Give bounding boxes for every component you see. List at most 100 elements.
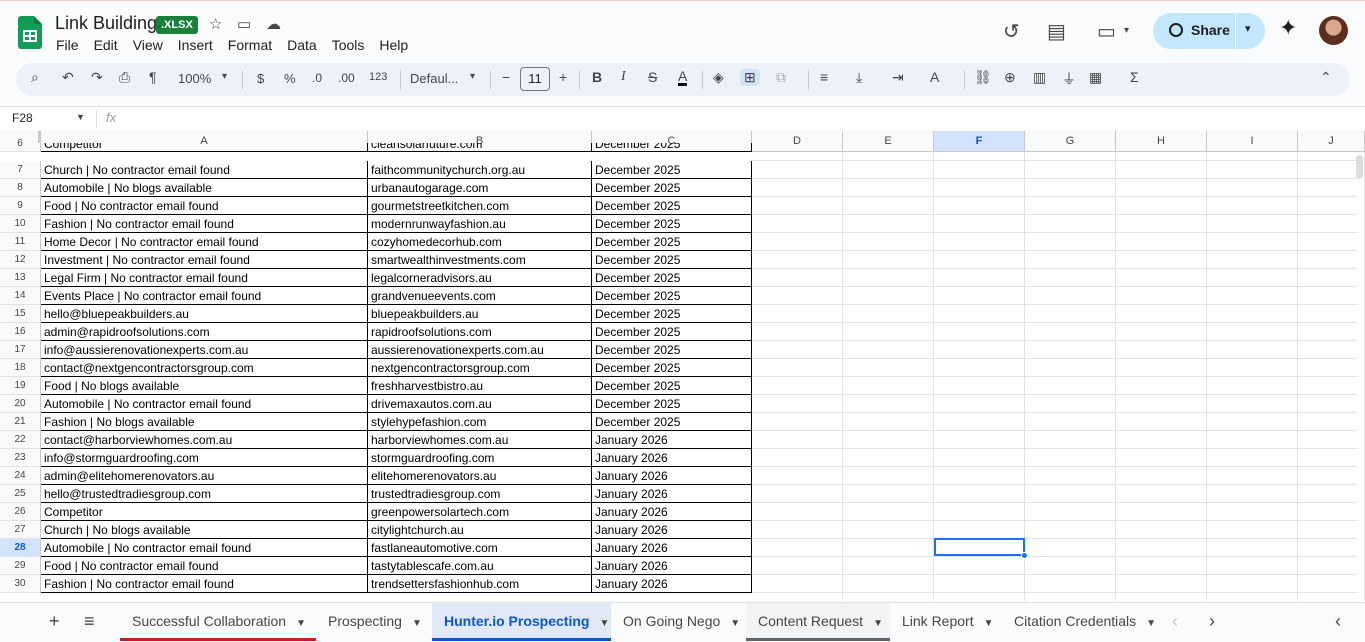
cell-a[interactable]: Fashion | No contractor email found bbox=[41, 215, 368, 233]
borders-icon[interactable]: ⊞ bbox=[740, 69, 760, 86]
row-header[interactable]: 8 bbox=[0, 179, 41, 197]
cell-a[interactable]: admin@rapidroofsolutions.com bbox=[41, 323, 368, 341]
cell-a[interactable]: contact@nextgencontractorsgroup.com bbox=[41, 359, 368, 377]
cell-a[interactable]: Fashion | No contractor email found bbox=[41, 575, 368, 593]
row-header[interactable]: 9 bbox=[0, 197, 41, 215]
avatar[interactable] bbox=[1319, 16, 1348, 45]
name-box-dropdown-icon[interactable]: ▼ bbox=[76, 112, 85, 122]
name-box[interactable]: F28 bbox=[12, 111, 33, 125]
cell-b[interactable]: stormguardroofing.com bbox=[368, 449, 592, 467]
column-header-e[interactable]: E bbox=[843, 131, 934, 152]
font-family-select[interactable]: Defaul... bbox=[410, 71, 458, 86]
cell-b[interactable]: drivemaxautos.com.au bbox=[368, 395, 592, 413]
cell-c[interactable]: January 2026 bbox=[592, 431, 752, 449]
sheet-tab-menu-icon[interactable]: ▼ bbox=[599, 618, 609, 629]
cell-b[interactable]: elitehomerenovators.au bbox=[368, 467, 592, 485]
cell-c[interactable]: December 2025 bbox=[592, 251, 752, 269]
more-formats-button[interactable]: 123 bbox=[369, 71, 387, 83]
column-header-j[interactable]: J bbox=[1298, 131, 1365, 152]
search-menus-icon[interactable]: ⌕ bbox=[31, 69, 39, 86]
cell-b[interactable]: cleansolarfuture.com bbox=[368, 143, 592, 152]
cell-c[interactable]: December 2025 bbox=[592, 359, 752, 377]
italic-icon[interactable]: I bbox=[621, 69, 626, 85]
document-title[interactable]: Link Building bbox=[55, 13, 157, 34]
cell-b[interactable]: grandvenueevents.com bbox=[368, 287, 592, 305]
meet-dropdown-icon[interactable]: ▾ bbox=[1124, 25, 1129, 36]
cell-a[interactable]: Automobile | No contractor email found bbox=[41, 539, 368, 557]
cell-a[interactable]: Home Decor | No contractor email found bbox=[41, 233, 368, 251]
move-folder-icon[interactable]: ▭ bbox=[237, 15, 251, 33]
undo-icon[interactable]: ↶ bbox=[62, 69, 74, 86]
menu-insert[interactable]: Insert bbox=[178, 37, 213, 53]
row-header[interactable]: 10 bbox=[0, 215, 41, 233]
fill-color-icon[interactable]: ◈ bbox=[713, 69, 724, 86]
cell-b[interactable]: fastlaneautomotive.com bbox=[368, 539, 592, 557]
text-wrapping-icon[interactable]: ⇥ bbox=[892, 69, 904, 86]
cell-a[interactable]: Investment | No contractor email found bbox=[41, 251, 368, 269]
cell-c[interactable]: December 2025 bbox=[592, 161, 752, 179]
row-header[interactable]: 26 bbox=[0, 503, 41, 521]
scroll-tabs-left-icon[interactable]: ‹ bbox=[1172, 611, 1178, 632]
row-header[interactable]: 25 bbox=[0, 485, 41, 503]
row-header[interactable]: 22 bbox=[0, 431, 41, 449]
cell-c[interactable]: January 2026 bbox=[592, 503, 752, 521]
decrease-font-size-icon[interactable]: − bbox=[502, 69, 510, 85]
insert-comment-icon[interactable]: ⊕ bbox=[1004, 69, 1016, 86]
cell-c[interactable]: December 2025 bbox=[592, 215, 752, 233]
increase-decimal-button[interactable]: .00 bbox=[338, 71, 355, 85]
cell-a[interactable]: Food | No contractor email found bbox=[41, 557, 368, 575]
row-header[interactable]: 23 bbox=[0, 449, 41, 467]
cell-c[interactable]: December 2025 bbox=[592, 377, 752, 395]
menu-help[interactable]: Help bbox=[379, 37, 408, 53]
percent-format-button[interactable]: % bbox=[284, 71, 296, 86]
menu-tools[interactable]: Tools bbox=[332, 37, 365, 53]
zoom-select[interactable]: 100% bbox=[178, 71, 211, 86]
horizontal-align-icon[interactable]: ≡ bbox=[820, 69, 828, 85]
cell-a[interactable]: Legal Firm | No contractor email found bbox=[41, 269, 368, 287]
spreadsheet-grid[interactable]: A B C D E F G H I J 6 Competitor cleansolarfuture.co… bbox=[0, 131, 1365, 601]
cell-a[interactable]: info@aussierenovationexperts.com.au bbox=[41, 341, 368, 359]
column-header-g[interactable]: G bbox=[1025, 131, 1116, 152]
cell-b[interactable]: freshharvestbistro.au bbox=[368, 377, 592, 395]
row-header[interactable]: 19 bbox=[0, 377, 41, 395]
font-size-input[interactable]: 11 bbox=[520, 67, 550, 91]
cell-c[interactable]: December 2025 bbox=[592, 395, 752, 413]
cell-a[interactable]: Fashion | No blogs available bbox=[41, 413, 368, 431]
cell-b[interactable]: urbanautogarage.com bbox=[368, 179, 592, 197]
sheet-tab-menu-icon[interactable]: ▼ bbox=[730, 618, 740, 629]
sheet-tab-menu-icon[interactable]: ▼ bbox=[873, 618, 883, 629]
cell-a[interactable]: Events Place | No contractor email found bbox=[41, 287, 368, 305]
cell-b[interactable]: trendsettersfashionhub.com bbox=[368, 575, 592, 593]
increase-font-size-icon[interactable]: + bbox=[559, 69, 567, 85]
decrease-decimal-button[interactable]: .0 bbox=[312, 71, 322, 85]
cell-a[interactable]: info@stormguardroofing.com bbox=[41, 449, 368, 467]
cell-b[interactable]: faithcommunitychurch.org.au bbox=[368, 161, 592, 179]
sheets-logo-icon[interactable] bbox=[18, 16, 42, 49]
cell-a[interactable]: admin@elitehomerenovators.au bbox=[41, 467, 368, 485]
filter-views-icon[interactable]: ▦ bbox=[1089, 69, 1102, 86]
sheet-tab-menu-icon[interactable]: ▼ bbox=[412, 618, 422, 629]
meet-video-icon[interactable]: ▭ bbox=[1097, 19, 1116, 44]
row-header[interactable]: 28 bbox=[0, 539, 41, 557]
star-icon[interactable]: ☆ bbox=[209, 15, 222, 33]
gemini-sparkle-icon[interactable]: ✦ bbox=[1279, 15, 1297, 41]
explore-collapse-icon[interactable]: ‹ bbox=[1335, 611, 1341, 632]
row-header[interactable]: 14 bbox=[0, 287, 41, 305]
sheet-tab[interactable]: Hunter.io Prospecting ▼ bbox=[432, 603, 611, 641]
sheet-tab[interactable]: Citation Credentials ▼ bbox=[1002, 603, 1158, 639]
sheet-tab[interactable]: Successful Collaboration ▼ bbox=[120, 603, 316, 641]
cell-b[interactable]: bluepeakbuilders.au bbox=[368, 305, 592, 323]
cell-b[interactable]: rapidroofsolutions.com bbox=[368, 323, 592, 341]
column-header-h[interactable]: H bbox=[1116, 131, 1207, 152]
cell-c[interactable]: January 2026 bbox=[592, 467, 752, 485]
cell-b[interactable]: nextgencontractorsgroup.com bbox=[368, 359, 592, 377]
cell-c[interactable]: December 2025 bbox=[592, 341, 752, 359]
row-header[interactable]: 27 bbox=[0, 521, 41, 539]
menu-view[interactable]: View bbox=[133, 37, 163, 53]
cell-a[interactable]: Food | No contractor email found bbox=[41, 197, 368, 215]
row-header[interactable]: 13 bbox=[0, 269, 41, 287]
sheet-tab[interactable]: Content Request ▼ bbox=[746, 603, 890, 641]
insert-link-icon[interactable]: ⛓ bbox=[974, 69, 992, 86]
cell-a[interactable]: hello@trustedtradiesgroup.com bbox=[41, 485, 368, 503]
column-header-i[interactable]: I bbox=[1207, 131, 1298, 152]
